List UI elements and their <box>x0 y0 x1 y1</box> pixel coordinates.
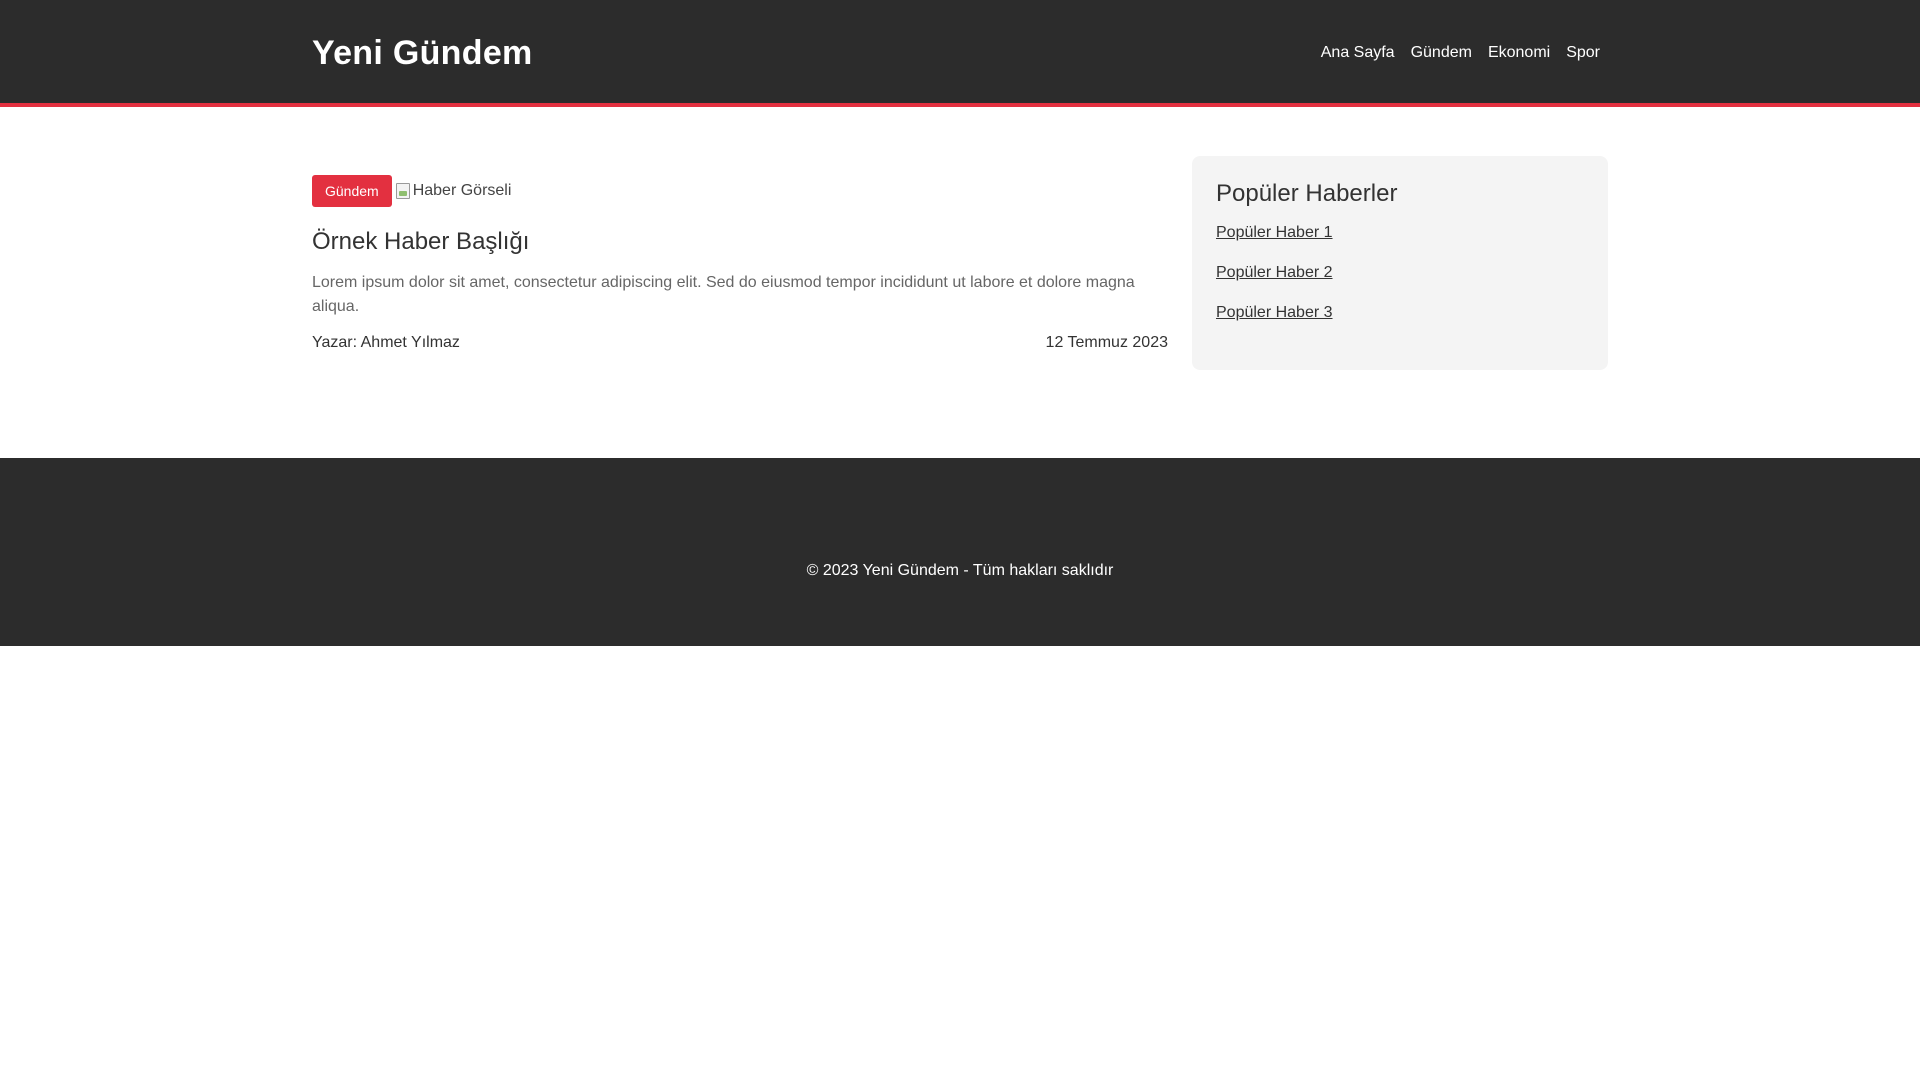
category-badge[interactable]: Gündem <box>312 175 392 207</box>
nav-item-spor[interactable]: Spor <box>1558 40 1608 66</box>
site-logo[interactable]: Yeni Gündem <box>312 34 533 72</box>
article-top-row: Gündem Haber Görseli <box>312 169 1168 213</box>
broken-image-icon <box>395 183 410 199</box>
popular-news-link-2[interactable]: Popüler Haber 2 <box>1216 264 1333 281</box>
news-article: Gündem Haber Görseli Örnek Haber Başlığı… <box>312 156 1168 353</box>
sidebar-title: Popüler Haberler <box>1216 180 1398 207</box>
footer-copyright: © 2023 Yeni Gündem - Tüm hakları saklıdı… <box>806 562 1114 579</box>
article-meta: Yazar: Ahmet Yılmaz 12 Temmuz 2023 <box>312 333 1168 353</box>
main-nav: Ana Sayfa Gündem Ekonomi Spor <box>1313 40 1608 66</box>
article-image: Haber Görseli <box>395 182 512 200</box>
nav-item-ana-sayfa[interactable]: Ana Sayfa <box>1313 40 1403 66</box>
popular-news-list: Popüler Haber 1 Popüler Haber 2 Popüler … <box>1216 223 1584 323</box>
popular-news-link-3[interactable]: Popüler Haber 3 <box>1216 304 1333 321</box>
popular-news-sidebar: Popüler Haberler Popüler Haber 1 Popüler… <box>1192 156 1608 370</box>
nav-item-gundem[interactable]: Gündem <box>1403 40 1480 66</box>
article-title[interactable]: Örnek Haber Başlığı <box>312 227 1168 257</box>
list-item: Popüler Haber 3 <box>1216 303 1584 323</box>
nav-item-ekonomi[interactable]: Ekonomi <box>1480 40 1558 66</box>
list-item: Popüler Haber 1 <box>1216 223 1584 243</box>
popular-news-link-1[interactable]: Popüler Haber 1 <box>1216 224 1333 241</box>
article-author: Yazar: Ahmet Yılmaz <box>312 334 460 351</box>
article-image-alt: Haber Görseli <box>412 182 512 199</box>
site-footer: © 2023 Yeni Gündem - Tüm hakları saklıdı… <box>0 458 1920 646</box>
site-header: Yeni Gündem Ana Sayfa Gündem Ekonomi Spo… <box>0 0 1920 107</box>
article-date: 12 Temmuz 2023 <box>1045 334 1168 351</box>
list-item: Popüler Haber 2 <box>1216 263 1584 283</box>
article-summary: Lorem ipsum dolor sit amet, consectetur … <box>312 274 1135 315</box>
